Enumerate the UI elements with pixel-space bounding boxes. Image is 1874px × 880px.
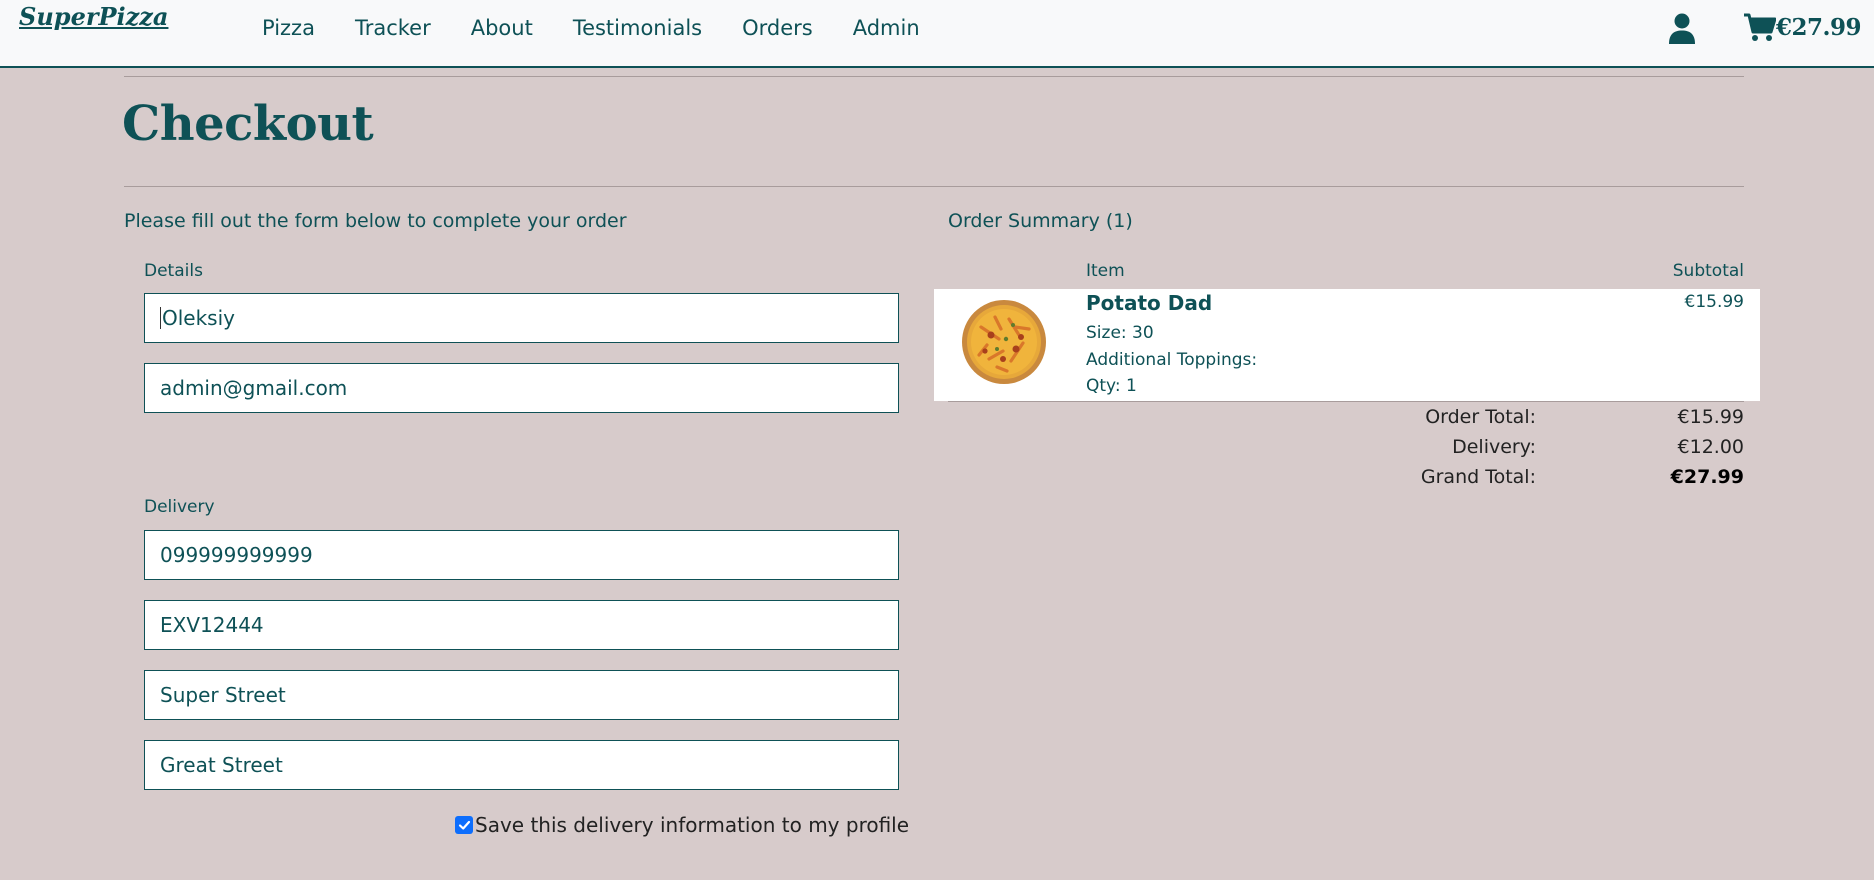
nav-link-testimonials[interactable]: Testimonials (573, 16, 702, 40)
brand-logo-link[interactable]: SuperPizza (19, 2, 168, 31)
nav-link-about[interactable]: About (471, 16, 533, 40)
full-name-value: Oleksiy (162, 306, 235, 330)
nav-link-admin[interactable]: Admin (853, 16, 920, 40)
page-title: Checkout (122, 96, 374, 152)
item-name: Potato Dad (1086, 291, 1213, 315)
cart-total: €27.99 (1776, 13, 1862, 41)
street-address2-input[interactable]: Great Street (144, 740, 899, 790)
top-divider (124, 76, 1744, 77)
form-intro: Please fill out the form below to comple… (124, 210, 627, 232)
delivery-label: Delivery: (1452, 436, 1536, 458)
item-toppings: Additional Toppings: (1086, 350, 1258, 370)
check-icon (458, 820, 470, 830)
nav-link-tracker[interactable]: Tracker (355, 16, 431, 40)
order-item-row: Potato Dad Size: 30 Additional Toppings:… (934, 289, 1760, 401)
street-address2-value: Great Street (160, 753, 283, 777)
street-address1-value: Super Street (160, 683, 286, 707)
col-header-subtotal: Subtotal (1672, 261, 1744, 281)
order-summary-title: Order Summary (1) (948, 210, 1133, 232)
save-info-label[interactable]: Save this delivery information to my pro… (475, 813, 909, 837)
cart-button[interactable]: €27.99 (1744, 12, 1862, 42)
nav-link-pizza[interactable]: Pizza (262, 16, 315, 40)
user-icon[interactable] (1668, 13, 1696, 45)
grand-total-value: €27.99 (1670, 466, 1744, 488)
col-header-item: Item (1086, 261, 1125, 281)
phone-input[interactable]: 099999999999 (144, 530, 899, 580)
title-divider (124, 186, 1744, 187)
nav-link-orders[interactable]: Orders (742, 16, 813, 40)
save-info-checkbox[interactable] (455, 816, 473, 834)
nav-links: Pizza Tracker About Testimonials Orders … (262, 16, 960, 40)
street-address1-input[interactable]: Super Street (144, 670, 899, 720)
item-qty: Qty: 1 (1086, 376, 1137, 396)
grand-total-label: Grand Total: (1420, 466, 1536, 488)
order-total-value: €15.99 (1677, 406, 1744, 428)
item-size: Size: 30 (1086, 323, 1154, 343)
navbar: SuperPizza Pizza Tracker About Testimoni… (0, 0, 1874, 68)
postcode-input[interactable]: EXV12444 (144, 600, 899, 650)
item-subtotal: €15.99 (1684, 292, 1744, 312)
cart-icon (1744, 13, 1776, 41)
delivery-legend: Delivery (144, 497, 215, 517)
email-input[interactable]: admin@gmail.com (144, 363, 899, 413)
summary-divider (948, 401, 1744, 402)
email-value: admin@gmail.com (160, 376, 348, 400)
details-legend: Details (144, 261, 203, 281)
order-total-label: Order Total: (1425, 406, 1536, 428)
postcode-value: EXV12444 (160, 613, 264, 637)
full-name-input[interactable]: Oleksiy (144, 293, 899, 343)
save-info-row: Save this delivery information to my pro… (455, 813, 909, 837)
phone-value: 099999999999 (160, 543, 313, 567)
pizza-image (962, 300, 1046, 384)
delivery-value: €12.00 (1677, 436, 1744, 458)
